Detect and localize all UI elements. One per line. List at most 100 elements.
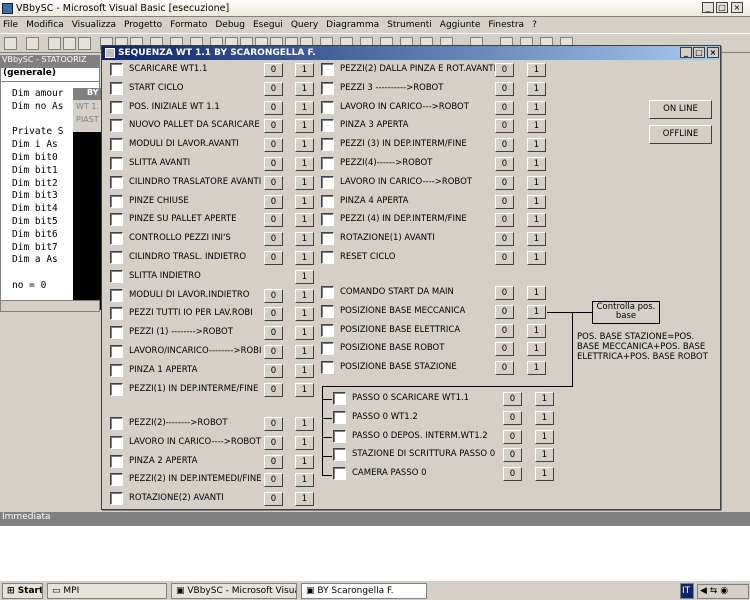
set-0-button[interactable]: 0 bbox=[264, 288, 283, 303]
row-checkbox[interactable] bbox=[110, 435, 123, 449]
taskbar-item-vb[interactable]: ▣ VBbySC - Microsoft Visua... bbox=[171, 583, 297, 599]
row-checkbox[interactable] bbox=[110, 213, 123, 227]
row-checkbox[interactable] bbox=[110, 157, 123, 170]
menu-item[interactable]: Diagramma bbox=[326, 20, 379, 30]
language-indicator[interactable]: IT bbox=[680, 583, 694, 599]
row-checkbox[interactable] bbox=[110, 175, 123, 189]
code-scrollbar[interactable] bbox=[0, 300, 100, 312]
set-1-button[interactable]: 1 bbox=[295, 345, 314, 359]
dialog-close-icon[interactable]: × bbox=[707, 47, 719, 58]
set-1-button[interactable]: 1 bbox=[527, 100, 546, 115]
menu-item[interactable]: Strumenti bbox=[387, 20, 432, 30]
menu-item[interactable]: ? bbox=[532, 20, 537, 30]
set-1-button[interactable]: 1 bbox=[295, 269, 314, 284]
set-1-button[interactable]: 1 bbox=[527, 213, 546, 228]
set-1-button[interactable]: 1 bbox=[535, 429, 554, 444]
offline-button[interactable]: OFFLINE bbox=[649, 125, 712, 144]
set-1-button[interactable]: 1 bbox=[535, 467, 554, 482]
set-0-button[interactable]: 0 bbox=[495, 175, 514, 190]
set-1-button[interactable]: 1 bbox=[295, 492, 314, 507]
row-checkbox[interactable] bbox=[321, 100, 334, 114]
set-1-button[interactable]: 1 bbox=[295, 119, 314, 134]
set-0-button[interactable]: 0 bbox=[503, 410, 522, 425]
set-1-button[interactable]: 1 bbox=[535, 392, 554, 406]
set-1-button[interactable]: 1 bbox=[527, 138, 546, 153]
row-checkbox[interactable] bbox=[321, 213, 334, 227]
set-1-button[interactable]: 1 bbox=[295, 251, 314, 265]
add-project-icon[interactable] bbox=[4, 37, 17, 50]
row-checkbox[interactable] bbox=[110, 100, 123, 114]
dialog-maximize-icon[interactable]: □ bbox=[693, 47, 705, 58]
row-checkbox[interactable] bbox=[110, 417, 123, 430]
controlla-pos-base-button[interactable]: Controlla pos. base bbox=[592, 301, 660, 324]
set-0-button[interactable]: 0 bbox=[264, 100, 283, 115]
immediate-window[interactable] bbox=[0, 525, 750, 580]
row-checkbox[interactable] bbox=[321, 194, 334, 208]
set-1-button[interactable]: 1 bbox=[295, 175, 314, 190]
set-0-button[interactable]: 0 bbox=[495, 138, 514, 153]
set-0-button[interactable]: 0 bbox=[495, 157, 514, 171]
menu-item[interactable]: Esegui bbox=[253, 20, 283, 30]
set-0-button[interactable]: 0 bbox=[495, 342, 514, 357]
set-1-button[interactable]: 1 bbox=[295, 288, 314, 303]
set-0-button[interactable]: 0 bbox=[495, 100, 514, 115]
row-checkbox[interactable] bbox=[321, 119, 334, 133]
row-checkbox[interactable] bbox=[321, 232, 334, 246]
set-1-button[interactable]: 1 bbox=[295, 417, 314, 431]
set-1-button[interactable]: 1 bbox=[295, 454, 314, 469]
menu-item[interactable]: Debug bbox=[215, 20, 245, 30]
row-checkbox[interactable] bbox=[321, 63, 334, 76]
set-1-button[interactable]: 1 bbox=[295, 194, 314, 209]
set-0-button[interactable]: 0 bbox=[264, 454, 283, 469]
set-1-button[interactable]: 1 bbox=[295, 157, 314, 171]
set-1-button[interactable]: 1 bbox=[295, 363, 314, 378]
set-1-button[interactable]: 1 bbox=[295, 63, 314, 77]
start-button[interactable]: ⊞ Start bbox=[2, 583, 43, 599]
row-checkbox[interactable] bbox=[333, 448, 346, 462]
menu-item[interactable]: Finestra bbox=[488, 20, 524, 30]
row-checkbox[interactable] bbox=[110, 194, 123, 208]
set-0-button[interactable]: 0 bbox=[503, 429, 522, 444]
row-checkbox[interactable] bbox=[110, 269, 123, 283]
set-0-button[interactable]: 0 bbox=[495, 304, 514, 319]
set-0-button[interactable]: 0 bbox=[264, 307, 283, 322]
row-checkbox[interactable] bbox=[321, 342, 334, 356]
set-0-button[interactable]: 0 bbox=[495, 361, 514, 376]
set-0-button[interactable]: 0 bbox=[264, 492, 283, 507]
set-0-button[interactable]: 0 bbox=[264, 435, 283, 450]
set-0-button[interactable]: 0 bbox=[264, 194, 283, 209]
set-1-button[interactable]: 1 bbox=[527, 194, 546, 209]
set-1-button[interactable]: 1 bbox=[527, 361, 546, 376]
menu-editor-icon[interactable] bbox=[48, 37, 61, 50]
set-0-button[interactable]: 0 bbox=[495, 194, 514, 209]
set-1-button[interactable]: 1 bbox=[527, 175, 546, 190]
set-0-button[interactable]: 0 bbox=[264, 213, 283, 228]
set-1-button[interactable]: 1 bbox=[295, 100, 314, 115]
row-checkbox[interactable] bbox=[110, 382, 123, 396]
taskbar-item-mpi[interactable]: ▭ MPI bbox=[47, 583, 167, 599]
set-1-button[interactable]: 1 bbox=[295, 382, 314, 397]
set-0-button[interactable]: 0 bbox=[264, 345, 283, 359]
set-0-button[interactable]: 0 bbox=[264, 473, 283, 488]
set-0-button[interactable]: 0 bbox=[495, 119, 514, 134]
set-0-button[interactable]: 0 bbox=[495, 286, 514, 300]
minimize-icon[interactable]: _ bbox=[702, 2, 714, 13]
menu-item[interactable]: File bbox=[3, 20, 18, 30]
menu-item[interactable]: Formato bbox=[170, 20, 207, 30]
menu-item[interactable]: Aggiunte bbox=[440, 20, 481, 30]
save-icon[interactable] bbox=[78, 37, 91, 50]
speaker-icon[interactable]: ◀ bbox=[700, 586, 707, 596]
set-1-button[interactable]: 1 bbox=[295, 213, 314, 228]
set-0-button[interactable]: 0 bbox=[264, 417, 283, 431]
open-icon[interactable] bbox=[63, 37, 76, 50]
taskbar-item-form[interactable]: ▣ BY Scarongella F. bbox=[301, 583, 427, 599]
set-0-button[interactable]: 0 bbox=[495, 251, 514, 265]
set-1-button[interactable]: 1 bbox=[535, 410, 554, 425]
set-1-button[interactable]: 1 bbox=[295, 81, 314, 96]
menu-item[interactable]: Visualizza bbox=[72, 20, 116, 30]
set-1-button[interactable]: 1 bbox=[527, 286, 546, 300]
row-checkbox[interactable] bbox=[321, 157, 334, 170]
set-0-button[interactable]: 0 bbox=[264, 81, 283, 96]
set-0-button[interactable]: 0 bbox=[503, 448, 522, 463]
menu-item[interactable]: Modifica bbox=[26, 20, 64, 30]
